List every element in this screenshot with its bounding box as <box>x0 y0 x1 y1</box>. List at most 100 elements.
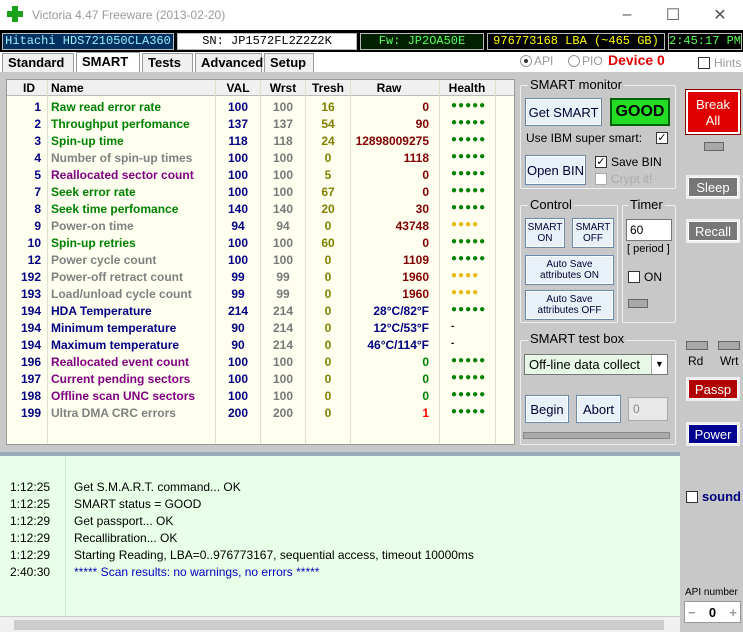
table-row[interactable]: 198 Offline scan UNC sectors 100 100 0 0 ●●●●● <box>7 387 514 404</box>
power-button[interactable]: Power <box>686 422 740 446</box>
table-row[interactable]: 199 Ultra DMA CRC errors 200 200 0 1 ●●●●● <box>7 404 514 421</box>
smart-on-button[interactable]: SMART ON <box>525 218 565 248</box>
attr-name: Power cycle count <box>51 253 157 267</box>
minus-icon[interactable]: − <box>688 605 696 620</box>
table-row[interactable]: 2 Throughput perfomance 137 137 54 90 ●●●●● <box>7 115 514 132</box>
abort-button[interactable]: Abort <box>576 395 621 423</box>
attr-id: 3 <box>34 134 41 148</box>
minimize-button[interactable]: – <box>604 0 650 30</box>
attr-id: 196 <box>20 355 41 369</box>
attr-wrst: 100 <box>272 355 294 369</box>
table-row[interactable]: 7 Seek error rate 100 100 67 0 ●●●●● <box>7 183 514 200</box>
attr-raw: 12898009275 <box>355 134 429 148</box>
autosave-off-button[interactable]: Auto Save attributes OFF <box>525 290 614 320</box>
log-panel: 1:12:25 Get S.M.A.R.T. command... OK 1:12:… <box>0 452 680 632</box>
sound-check <box>686 490 698 503</box>
attr-raw: 0 <box>422 389 429 403</box>
col-val: VAL <box>226 81 250 95</box>
table-row[interactable]: 194 Maximum temperature 90 214 0 46°C/114°F - <box>7 336 514 353</box>
timer-on-checkbox[interactable]: ON <box>628 270 662 284</box>
attr-val: 200 <box>227 406 249 420</box>
passport-button[interactable]: Passp <box>686 377 740 401</box>
table-row[interactable]: 193 Load/unload cycle count 99 99 0 1960 ●●●● <box>7 285 514 302</box>
attr-health: ●●●● <box>451 219 480 230</box>
attr-raw: 28°C/82°F <box>373 304 429 318</box>
smart-off-button[interactable]: SMART OFF <box>572 218 614 248</box>
attr-wrst: 94 <box>276 219 290 233</box>
maximize-button[interactable]: ☐ <box>650 0 696 30</box>
timer-on-check <box>628 271 640 283</box>
attr-health: ●●●● <box>451 287 480 298</box>
smart-monitor-label: SMART monitor <box>528 77 624 92</box>
plus-icon[interactable]: + <box>729 605 737 620</box>
attr-raw: 1 <box>422 406 429 420</box>
table-row[interactable]: 4 Number of spin-up times 100 100 0 1118 ●●●●● <box>7 149 514 166</box>
api-radio[interactable]: API <box>520 54 553 68</box>
attr-health: ●●●●● <box>451 406 487 417</box>
attr-name: Seek time perfomance <box>51 202 179 216</box>
wrt-indicator <box>718 341 740 350</box>
attr-health: ●●●● <box>451 270 480 281</box>
recall-button[interactable]: Recall <box>686 219 740 243</box>
table-row[interactable]: 194 HDA Temperature 214 214 0 28°C/82°F ●●●●● <box>7 302 514 319</box>
timer-period-input[interactable]: 60 <box>626 219 672 241</box>
tab-standard[interactable]: Standard <box>2 53 74 73</box>
test-type-select[interactable]: Off-line data collect ▼ <box>524 354 668 375</box>
tab-tests[interactable]: Tests <box>142 53 193 73</box>
sound-checkbox[interactable]: sound <box>686 489 741 504</box>
table-row[interactable]: 12 Power cycle count 100 100 0 1109 ●●●●● <box>7 251 514 268</box>
attr-raw: 1960 <box>402 270 429 284</box>
attr-wrst: 100 <box>272 151 294 165</box>
attr-wrst: 100 <box>272 100 294 114</box>
table-row[interactable]: 1 Raw read error rate 100 100 16 0 ●●●●● <box>7 98 514 115</box>
attr-raw: 12°C/53°F <box>373 321 429 335</box>
table-row[interactable]: 5 Reallocated sector count 100 100 5 0 ●●●●● <box>7 166 514 183</box>
crypt-checkbox[interactable]: Crypt it! <box>595 172 652 186</box>
pio-radio[interactable]: PIO <box>568 54 603 68</box>
attr-id: 198 <box>20 389 41 403</box>
attr-health: ●●●●● <box>451 372 487 383</box>
wrt-label: Wrt <box>720 354 739 368</box>
attr-raw: 46°C/114°F <box>367 338 429 352</box>
table-row[interactable]: 3 Spin-up time 118 118 24 12898009275 ●●●●● <box>7 132 514 149</box>
attr-val: 100 <box>227 372 249 386</box>
attr-val: 99 <box>231 270 245 284</box>
table-row[interactable]: 194 Minimum temperature 90 214 0 12°C/53°F - <box>7 319 514 336</box>
break-indicator <box>704 142 724 151</box>
break-all-button[interactable]: Break All <box>686 90 740 134</box>
close-button[interactable]: ✕ <box>697 0 743 30</box>
scrollbar-thumb[interactable] <box>14 620 664 630</box>
log-time: 1:12:29 <box>10 514 51 528</box>
table-row[interactable]: 197 Current pending sectors 100 100 0 0 ●●●●● <box>7 370 514 387</box>
get-smart-button[interactable]: Get SMART <box>525 98 602 126</box>
attr-health: ●●●●● <box>451 389 487 400</box>
col-id: ID <box>23 81 35 95</box>
attr-id: 193 <box>20 287 41 301</box>
log-scrollbar[interactable] <box>0 616 680 632</box>
attr-name: Load/unload cycle count <box>51 287 192 301</box>
ibm-super-smart-checkbox[interactable]: ✓ <box>656 132 668 144</box>
table-row[interactable]: 192 Power-off retract count 99 99 0 1960 ●●●● <box>7 268 514 285</box>
api-radio-dot <box>520 55 532 67</box>
tab-setup[interactable]: Setup <box>264 53 314 73</box>
autosave-on-button[interactable]: Auto Save attributes ON <box>525 255 614 285</box>
log-line: 1:12:25 Get S.M.A.R.T. command... OK <box>10 480 241 494</box>
open-bin-button[interactable]: Open BIN <box>525 155 586 185</box>
table-row[interactable]: 8 Seek time perfomance 140 140 20 30 ●●●●● <box>7 200 514 217</box>
test-lba-input[interactable]: 0 <box>628 397 668 421</box>
table-row[interactable]: 10 Spin-up retries 100 100 60 0 ●●●●● <box>7 234 514 251</box>
begin-button[interactable]: Begin <box>525 395 569 423</box>
hints-checkbox[interactable]: Hints <box>698 56 741 70</box>
api-number-stepper[interactable]: − 0 + <box>684 601 741 623</box>
chevron-down-icon[interactable]: ▼ <box>651 355 667 374</box>
attr-id: 7 <box>34 185 41 199</box>
sleep-button[interactable]: Sleep <box>686 175 740 199</box>
tab-smart[interactable]: SMART <box>76 52 140 73</box>
save-bin-checkbox[interactable]: ✓ Save BIN <box>595 155 662 169</box>
attr-val: 100 <box>227 100 249 114</box>
table-row[interactable]: 196 Reallocated event count 100 100 0 0 ●●●●● <box>7 353 514 370</box>
tab-advanced[interactable]: Advanced <box>195 53 263 73</box>
table-row[interactable]: 9 Power-on time 94 94 0 43748 ●●●● <box>7 217 514 234</box>
ibm-check: ✓ <box>656 132 668 144</box>
right-side-panel <box>680 72 743 632</box>
